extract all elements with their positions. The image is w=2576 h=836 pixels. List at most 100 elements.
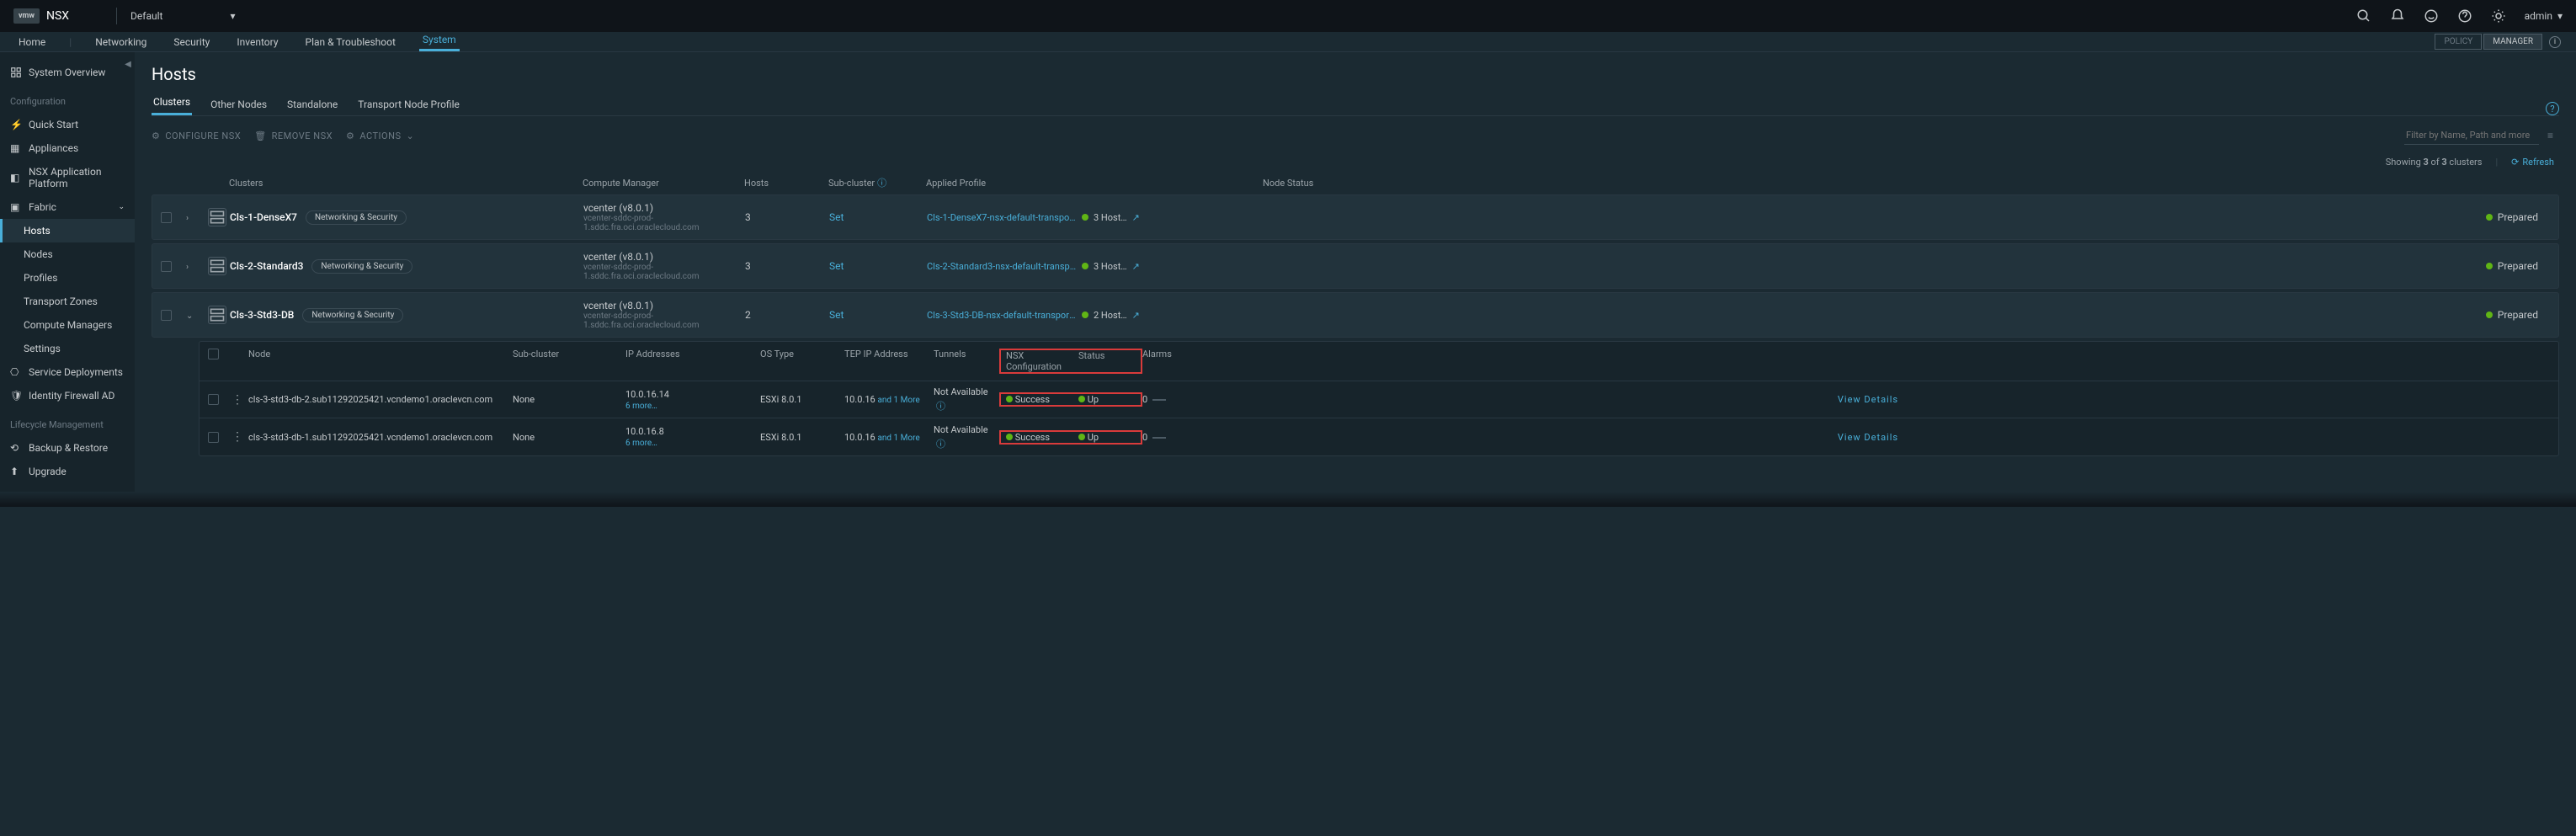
feedback-icon[interactable]	[2424, 8, 2439, 24]
gear-icon: ⚙	[152, 130, 160, 141]
col-cm: Compute Manager	[583, 178, 744, 189]
expand-toggle[interactable]: ›	[186, 263, 189, 272]
set-link[interactable]: Set	[829, 309, 844, 321]
help-icon[interactable]	[2457, 8, 2472, 24]
row-checkbox[interactable]	[161, 310, 172, 321]
collapse-sidebar-icon[interactable]: ◀	[121, 57, 135, 71]
row-checkbox[interactable]	[208, 394, 219, 405]
subtab-tnp[interactable]: Transport Node Profile	[356, 93, 461, 115]
tab-home[interactable]: Home	[15, 36, 49, 51]
sidebar-item-settings[interactable]: Settings	[0, 337, 135, 360]
rocket-icon: ⚡	[10, 119, 22, 130]
theme-icon[interactable]	[2491, 8, 2506, 24]
subtab-clusters[interactable]: Clusters	[152, 91, 192, 115]
app-icon: ◧	[10, 172, 22, 184]
sidebar-item-quick[interactable]: ⚡Quick Start	[0, 113, 135, 136]
info-icon[interactable]: ⓘ	[936, 437, 999, 450]
hosts-count: 3	[745, 260, 829, 272]
sidebar-item-label: Identity Firewall AD	[29, 390, 114, 402]
inner-row: ⋮ cls-3-std3-db-1.sub11292025421.vcndemo…	[200, 418, 2558, 455]
sidebar-item-label: System Overview	[29, 67, 105, 78]
row-checkbox[interactable]	[208, 432, 219, 443]
sidebar-item-backup[interactable]: ⟲Backup & Restore	[0, 436, 135, 460]
row-checkbox[interactable]	[161, 261, 172, 272]
tab-inventory[interactable]: Inventory	[233, 36, 281, 51]
environment-select[interactable]: Default ▾	[130, 10, 235, 22]
col-nodestatus: Node Status	[1263, 178, 2551, 189]
help-icon[interactable]: ?	[2546, 102, 2559, 115]
remove-nsx-button[interactable]: 🗑REMOVE NSX	[254, 130, 333, 141]
user-menu[interactable]: admin ▾	[2525, 10, 2563, 22]
tab-plan[interactable]: Plan & Troubleshoot	[302, 36, 399, 51]
status-dot-icon	[1082, 263, 1088, 269]
alarm-count: 0	[1142, 394, 1147, 405]
profile-link[interactable]: Cls-3-Std3-DB-nsx-default-transport-n…	[927, 310, 1078, 321]
hosts-count: 2	[745, 309, 829, 321]
sidebar-item-nsxapp[interactable]: ◧NSX Application Platform	[0, 160, 135, 195]
sidebar-item-hosts[interactable]: Hosts	[0, 219, 135, 242]
sidebar-item-tz[interactable]: Transport Zones	[0, 290, 135, 313]
mode-policy[interactable]: POLICY	[2435, 34, 2482, 50]
node-name: cls-3-std3-db-2.sub11292025421.vcndemo1.…	[248, 394, 513, 405]
sidebar-item-label: Compute Managers	[24, 319, 112, 331]
expand-toggle[interactable]: ›	[186, 214, 189, 223]
cluster-row: › Cls-2-Standard3Networking & Security v…	[152, 243, 2559, 289]
tab-system[interactable]: System	[419, 34, 460, 51]
info-icon[interactable]: i	[2549, 36, 2561, 48]
info-icon[interactable]: ⓘ	[936, 399, 999, 413]
sidebar-item-fabric[interactable]: ▣Fabric⌄	[0, 195, 135, 219]
cm-fqdn: vcenter-sddc-prod-1.sddc.fra.oci.oraclec…	[583, 263, 745, 281]
sidebar-item-nodes[interactable]: Nodes	[0, 242, 135, 266]
cluster-badge: Networking & Security	[311, 259, 412, 274]
view-details-link[interactable]: View Details	[1838, 432, 1898, 443]
select-all-checkbox[interactable]	[208, 349, 219, 359]
sidebar-item-label: Appliances	[29, 142, 78, 154]
sidebar-item-appliances[interactable]: ▦ Appliances	[0, 136, 135, 160]
expand-toggle[interactable]: ⌄	[186, 312, 193, 321]
ip-more-link[interactable]: 6 more…	[625, 402, 760, 411]
mode-manager[interactable]: MANAGER	[2483, 34, 2542, 50]
profile-link[interactable]: Cls-1-DenseX7-nsx-default-transport-n…	[927, 212, 1078, 223]
ip-more-link[interactable]: 6 more…	[625, 439, 760, 448]
status-dot-icon	[1006, 396, 1013, 402]
upgrade-icon: ⬆	[10, 466, 22, 477]
filter-icon[interactable]: ≡	[2547, 130, 2559, 141]
external-link-icon[interactable]: ↗	[1132, 212, 1140, 223]
row-checkbox[interactable]	[161, 212, 172, 223]
external-link-icon[interactable]: ↗	[1132, 261, 1140, 272]
cm-fqdn: vcenter-sddc-prod-1.sddc.fra.oci.oraclec…	[583, 214, 745, 232]
sidebar-item-idfw[interactable]: 🛡Identity Firewall AD	[0, 384, 135, 407]
col-tep: TEP IP Address	[844, 349, 934, 374]
actions-button[interactable]: ⚙ACTIONS⌄	[346, 130, 414, 141]
profile-link[interactable]: Cls-2-Standard3-nsx-default-transport-…	[927, 261, 1078, 272]
sidebar-item-cm[interactable]: Compute Managers	[0, 313, 135, 337]
configure-nsx-button[interactable]: ⚙CONFIGURE NSX	[152, 130, 241, 141]
sidebar-item-label: Hosts	[24, 225, 51, 237]
sidebar-item-profiles[interactable]: Profiles	[0, 266, 135, 290]
refresh-label: Refresh	[2522, 157, 2554, 168]
tab-networking[interactable]: Networking	[92, 36, 150, 51]
external-link-icon[interactable]: ↗	[1132, 310, 1140, 321]
sidebar-item-upgrade[interactable]: ⬆Upgrade	[0, 460, 135, 483]
row-actions-icon[interactable]: ⋮	[232, 430, 243, 444]
sidebar-item-sd[interactable]: ⎔Service Deployments	[0, 360, 135, 384]
server-icon: ▦	[10, 142, 22, 154]
set-link[interactable]: Set	[829, 211, 844, 223]
tep-value: 10.0.16	[844, 432, 876, 443]
divider	[116, 8, 117, 24]
subtab-other[interactable]: Other Nodes	[209, 93, 269, 115]
search-icon[interactable]	[2356, 8, 2371, 24]
view-details-link[interactable]: View Details	[1838, 394, 1898, 405]
set-link[interactable]: Set	[829, 260, 844, 272]
tab-security[interactable]: Security	[170, 36, 213, 51]
row-actions-icon[interactable]: ⋮	[232, 393, 243, 407]
bell-icon[interactable]	[2390, 8, 2405, 24]
tep-more-link[interactable]: and 1 More	[877, 434, 919, 443]
subtab-standalone[interactable]: Standalone	[285, 93, 339, 115]
tep-more-link[interactable]: and 1 More	[877, 396, 919, 405]
filter-input[interactable]	[2404, 126, 2539, 145]
sidebar-item-overview[interactable]: System Overview	[0, 61, 135, 84]
info-icon[interactable]: ⓘ	[877, 178, 886, 189]
refresh-button[interactable]: ⟳Refresh	[2511, 157, 2554, 168]
col-ip: IP Addresses	[625, 349, 760, 374]
